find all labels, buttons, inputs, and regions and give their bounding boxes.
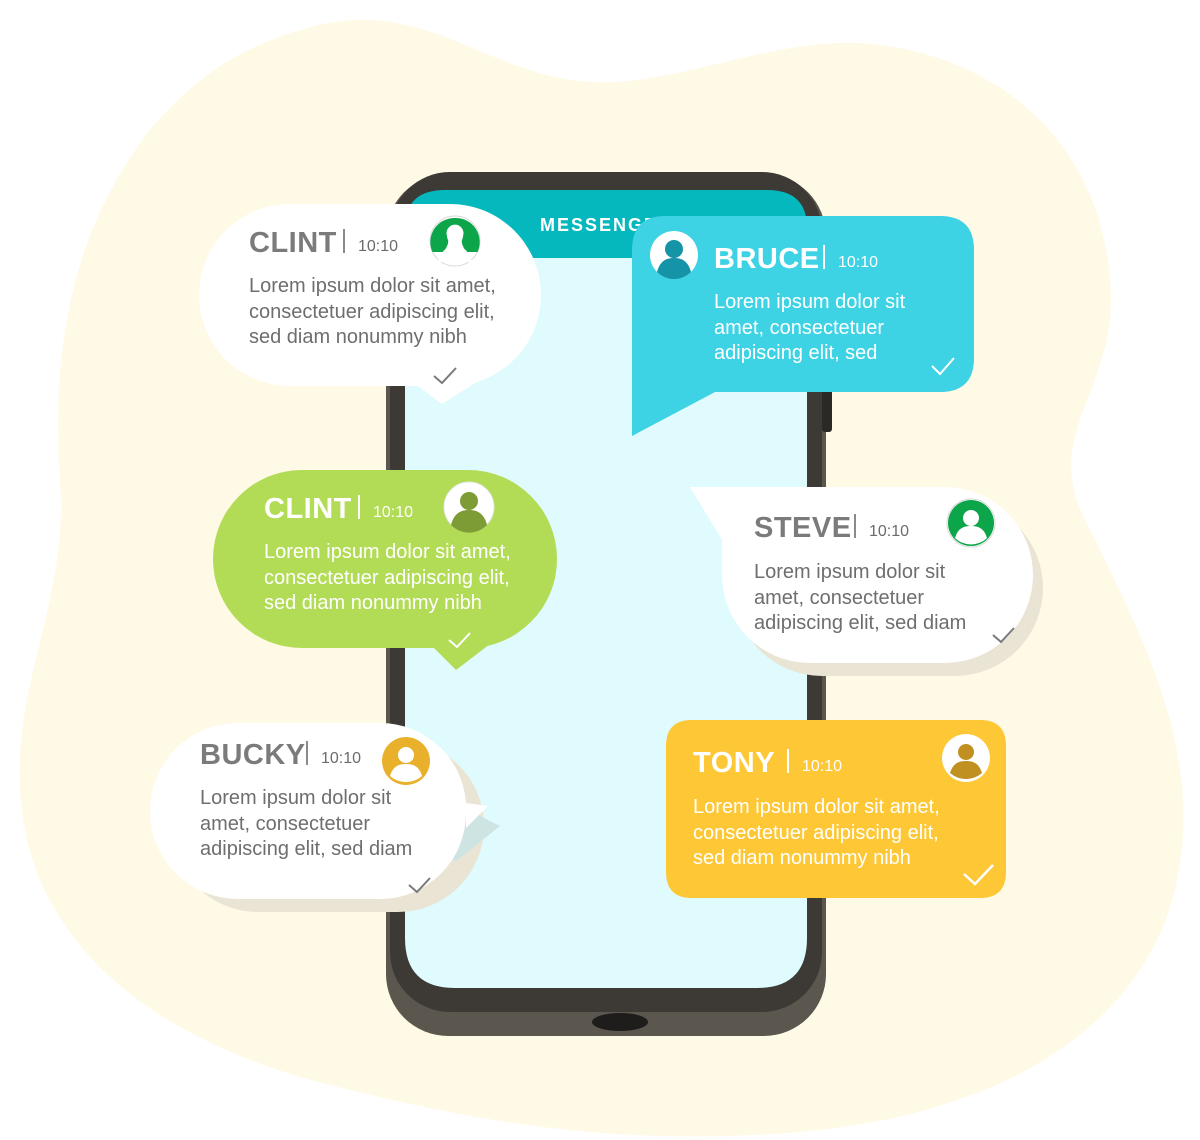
illustration-scene: MESSENGER CLINT 10:10 Lorem ipsum dolor … [0,0,1200,1140]
message-time: 10:10 [802,758,843,775]
divider [343,229,345,253]
sender-name: BRUCE [714,243,820,275]
divider [823,245,825,269]
message-time: 10:10 [869,523,910,540]
sender-name: BUCKY [200,739,306,771]
divider [358,495,360,519]
divider [787,749,789,773]
message-text: Lorem ipsum dolor sit amet, consectetuer… [264,541,511,614]
divider [306,741,308,765]
message-time: 10:10 [358,238,399,255]
bubble-shapes [150,204,1043,912]
message-time: 10:10 [321,750,362,767]
message-time: 10:10 [373,504,414,521]
message-text: Lorem ipsum dolor sit amet, consectetuer… [249,275,496,348]
message-text: Lorem ipsum dolor sit amet, consectetuer… [714,291,906,364]
sender-name: CLINT [264,493,352,525]
message-time: 10:10 [838,254,879,271]
message-text: Lorem ipsum dolor sit amet, consectetuer… [693,796,940,869]
message-text: Lorem ipsum dolor sit amet, consectetuer… [754,561,967,634]
sender-name: TONY [693,747,776,779]
message-text: Lorem ipsum dolor sit amet, consectetuer… [200,787,413,860]
divider [854,514,856,538]
sender-name: CLINT [249,227,337,259]
sender-name: STEVE [754,512,852,544]
